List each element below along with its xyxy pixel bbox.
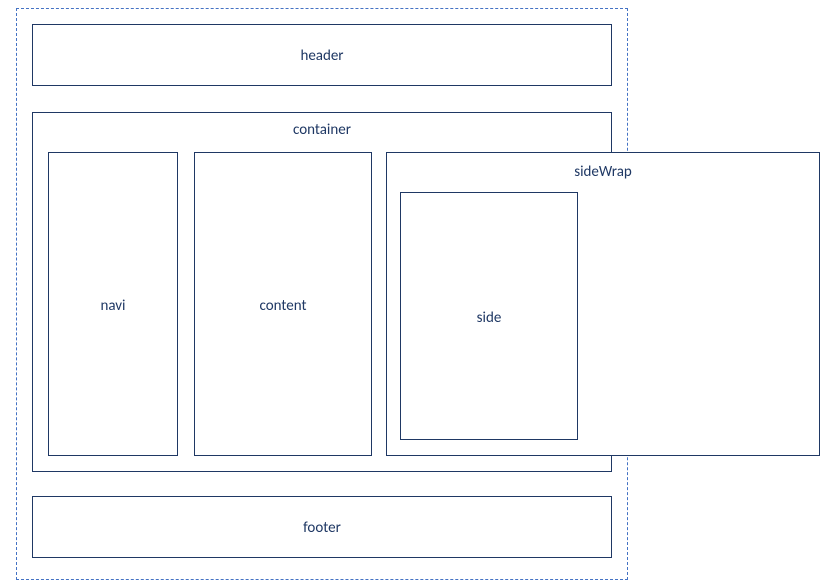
footer-box: footer bbox=[32, 496, 612, 558]
side-label: side bbox=[401, 309, 577, 327]
content-label: content bbox=[195, 297, 371, 315]
content-box: content bbox=[194, 152, 372, 456]
side-box: side bbox=[400, 192, 578, 440]
header-label: header bbox=[33, 47, 611, 65]
navi-label: navi bbox=[49, 297, 177, 315]
footer-label: footer bbox=[33, 519, 611, 537]
header-box: header bbox=[32, 24, 612, 86]
navi-box: navi bbox=[48, 152, 178, 456]
container-label: container bbox=[33, 121, 611, 139]
sidewrap-label: sideWrap bbox=[387, 163, 819, 181]
